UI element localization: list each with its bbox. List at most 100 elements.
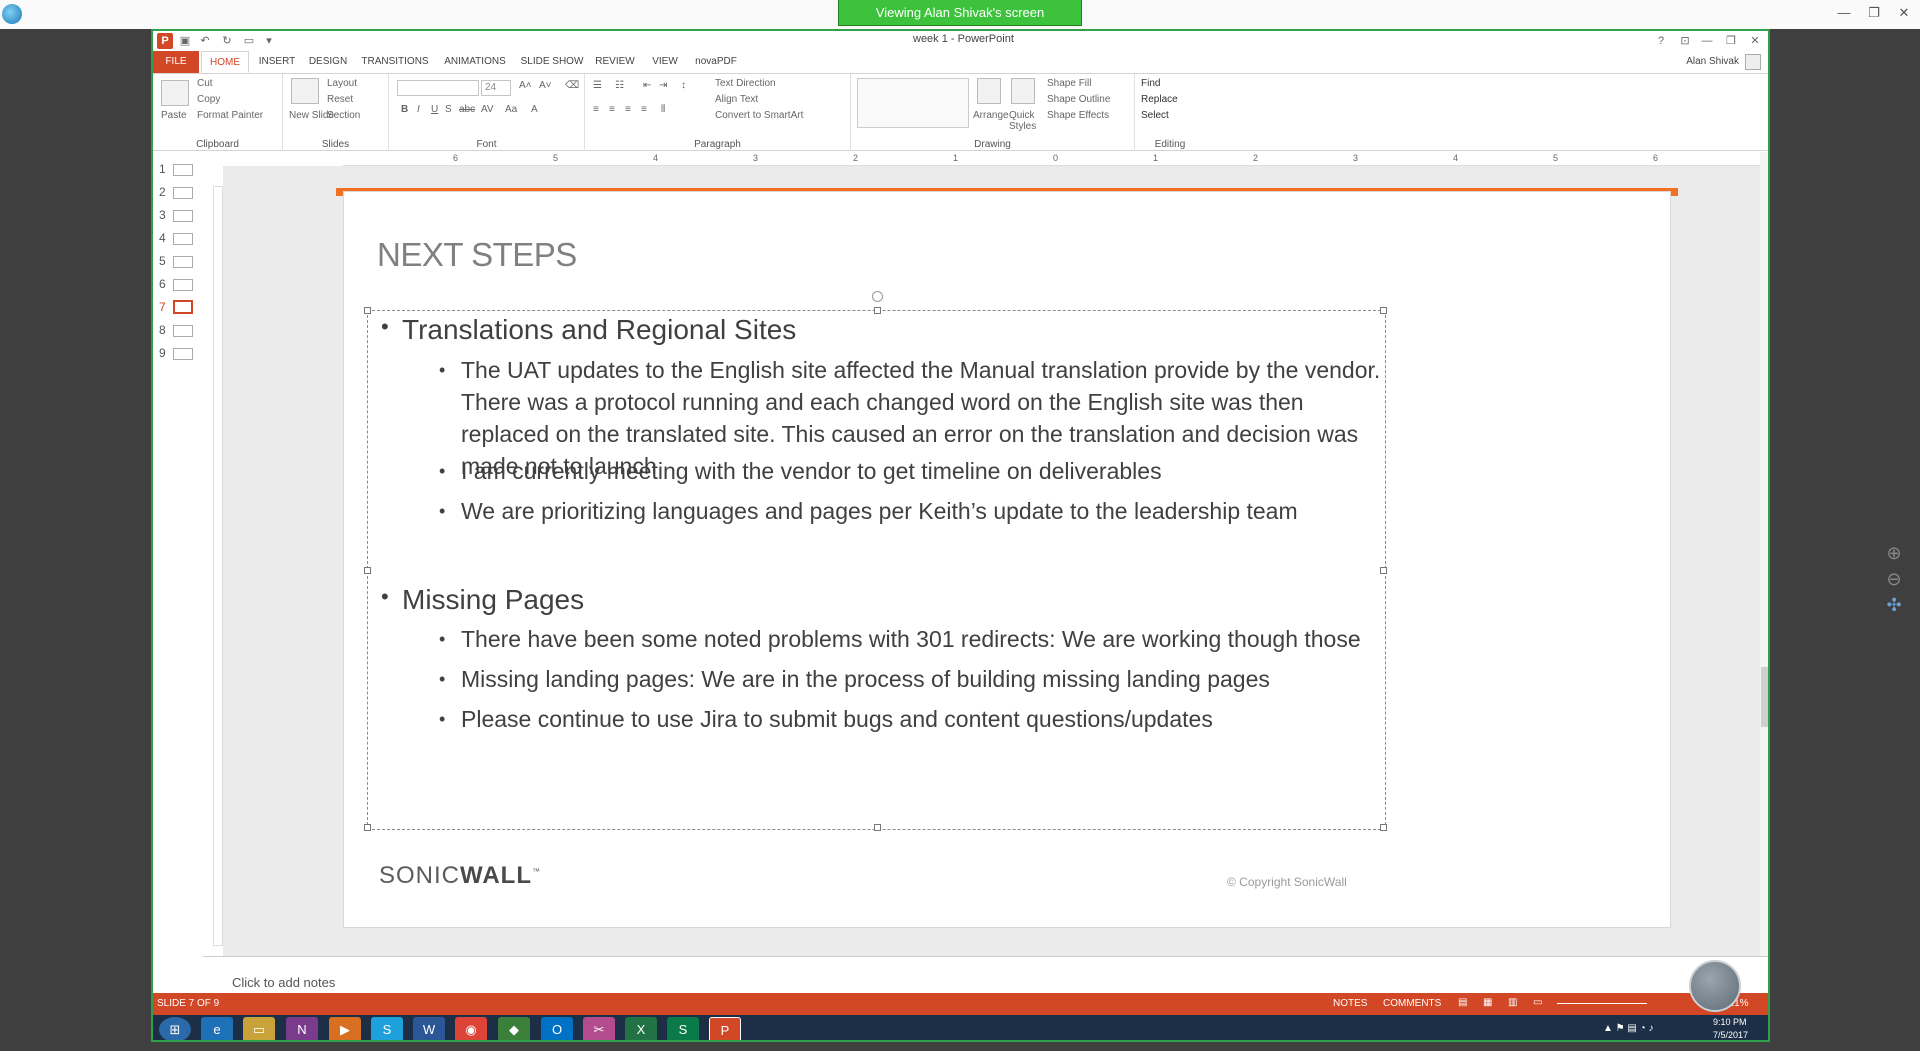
underline-button[interactable]: U (431, 104, 438, 115)
slide-sorter-icon[interactable]: ▦ (1483, 997, 1492, 1008)
italic-button[interactable]: I (417, 104, 420, 115)
help-icon[interactable]: ? (1653, 33, 1669, 49)
layout-button[interactable]: Layout (327, 78, 357, 89)
tab-insert[interactable]: INSERT (253, 51, 301, 73)
new-slide-icon[interactable] (291, 78, 319, 104)
powerpoint-taskbar-icon[interactable]: P (709, 1017, 741, 1040)
increase-indent-button[interactable]: ⇥ (659, 80, 667, 91)
word-icon[interactable]: W (413, 1017, 445, 1040)
change-case-button[interactable]: Aa (505, 104, 517, 115)
decrease-indent-button[interactable]: ⇤ (643, 80, 651, 91)
align-text-button[interactable]: Align Text (715, 94, 758, 105)
copy-button[interactable]: Copy (197, 94, 220, 105)
tab-transitions[interactable]: TRANSITIONS (357, 51, 433, 73)
cut-button[interactable]: Cut (197, 78, 213, 89)
clock-time[interactable]: 9:10 PM (1713, 1017, 1747, 1027)
paste-button[interactable]: Paste (161, 110, 187, 121)
customize-qat-icon[interactable]: ▾ (261, 33, 277, 49)
normal-view-icon[interactable]: ▤ (1458, 997, 1467, 1008)
format-painter-button[interactable]: Format Painter (197, 110, 263, 121)
user-account[interactable]: Alan Shivak (1669, 51, 1739, 73)
slide-thumbnail-2[interactable] (173, 187, 193, 199)
clear-formatting-button[interactable]: ⌫ (565, 80, 579, 91)
floating-viewer-bubble[interactable] (1689, 960, 1741, 1012)
align-center-button[interactable]: ≡ (609, 104, 615, 115)
window-close-icon[interactable]: ✕ (1747, 33, 1763, 49)
redo-icon[interactable]: ↻ (219, 33, 235, 49)
bullet-heading[interactable]: Translations and Regional Sites (381, 314, 796, 346)
tab-slide-show[interactable]: SLIDE SHOW (517, 51, 587, 73)
present-icon[interactable]: ▭ (241, 33, 257, 49)
slide-thumbnail-7-selected[interactable] (173, 300, 193, 314)
fit-screen-icon[interactable]: ✣ (1883, 592, 1905, 618)
viewing-banner[interactable]: Viewing Alan Shivak's screen (838, 0, 1082, 26)
minimize-icon[interactable]: — (1830, 2, 1858, 24)
scrollbar-thumb[interactable] (1761, 667, 1768, 727)
tab-review[interactable]: REVIEW (589, 51, 641, 73)
section-button[interactable]: Section (327, 110, 360, 121)
comments-toggle[interactable]: COMMENTS (1383, 998, 1441, 1009)
bullets-button[interactable]: ☰ (593, 80, 602, 91)
window-minimize-icon[interactable]: — (1699, 33, 1715, 49)
media-player-icon[interactable]: ▶ (329, 1017, 361, 1040)
bullet-item[interactable]: There have been some noted problems with… (439, 623, 1381, 655)
vertical-scrollbar[interactable] (1760, 152, 1768, 956)
slide-thumbnail-4[interactable] (173, 233, 193, 245)
slide-thumbnail-3[interactable] (173, 210, 193, 222)
convert-smartart-button[interactable]: Convert to SmartArt (715, 110, 803, 121)
window-restore-icon[interactable]: ❐ (1723, 33, 1739, 49)
notes-toggle[interactable]: NOTES (1333, 998, 1367, 1009)
resize-handle[interactable] (1380, 307, 1387, 314)
resize-handle[interactable] (874, 307, 881, 314)
undo-icon[interactable]: ↶ (197, 33, 213, 49)
find-button[interactable]: Find (1141, 78, 1160, 89)
clock-date[interactable]: 7/5/2017 (1713, 1030, 1748, 1040)
slide-thumbnail-1[interactable] (173, 164, 193, 176)
onenote-icon[interactable]: N (286, 1017, 318, 1040)
tab-novapdf[interactable]: novaPDF (689, 51, 743, 73)
slide-title[interactable]: NEXT STEPS (377, 236, 577, 274)
replace-button[interactable]: Replace (1141, 94, 1178, 105)
justify-button[interactable]: ≡ (641, 104, 647, 115)
skype-icon[interactable]: S (371, 1017, 403, 1040)
tab-animations[interactable]: ANIMATIONS (437, 51, 513, 73)
resize-handle[interactable] (364, 824, 371, 831)
zoom-slider[interactable] (1557, 1003, 1647, 1004)
shape-effects-button[interactable]: Shape Effects (1047, 110, 1109, 121)
tab-home[interactable]: HOME (201, 51, 249, 73)
quick-styles-icon[interactable] (1011, 78, 1035, 104)
slide-canvas[interactable]: NEXT STEPS Translations and Regional Sit… (343, 191, 1671, 928)
columns-button[interactable]: ⫴ (661, 104, 665, 115)
chrome-icon[interactable]: ◉ (455, 1017, 487, 1040)
restore-icon[interactable]: ❐ (1860, 2, 1888, 24)
tab-file[interactable]: FILE (153, 51, 199, 73)
select-button[interactable]: Select (1141, 110, 1169, 121)
slide-thumbnail-6[interactable] (173, 279, 193, 291)
reading-view-icon[interactable]: ▥ (1508, 997, 1517, 1008)
snipping-tool-icon[interactable]: ✂ (583, 1017, 615, 1040)
reset-button[interactable]: Reset (327, 94, 353, 105)
sway-icon[interactable]: S (667, 1017, 699, 1040)
bullet-item[interactable]: I am currently meeting with the vendor t… (439, 455, 1381, 487)
bullet-item[interactable]: Missing landing pages: We are in the pro… (439, 663, 1381, 695)
bullet-heading[interactable]: Missing Pages (381, 584, 584, 616)
rotate-handle-icon[interactable] (872, 291, 883, 302)
shape-outline-button[interactable]: Shape Outline (1047, 94, 1110, 105)
shadow-button[interactable]: S (445, 104, 452, 115)
text-direction-button[interactable]: Text Direction (715, 78, 776, 89)
user-avatar[interactable] (1745, 54, 1761, 70)
shrink-font-button[interactable]: A˅ (539, 80, 552, 91)
font-name-combo[interactable] (397, 80, 479, 96)
close-icon[interactable]: ✕ (1890, 2, 1918, 24)
network-app-icon[interactable]: ◆ (498, 1017, 530, 1040)
content-placeholder[interactable]: Translations and Regional Sites The UAT … (364, 291, 1387, 831)
tray-icons[interactable]: ▲ ⚑ ▤ ◔ ♪ (1603, 1023, 1653, 1034)
shapes-gallery[interactable] (857, 78, 969, 128)
arrange-button[interactable]: Arrange (973, 110, 1009, 121)
slide-thumbnail-9[interactable] (173, 348, 193, 360)
slideshow-view-icon[interactable]: ▭ (1533, 997, 1542, 1008)
resize-handle[interactable] (1380, 824, 1387, 831)
file-explorer-icon[interactable]: ▭ (243, 1017, 275, 1040)
ribbon-options-icon[interactable]: ⊡ (1677, 33, 1693, 49)
save-icon[interactable]: ▣ (177, 33, 193, 49)
